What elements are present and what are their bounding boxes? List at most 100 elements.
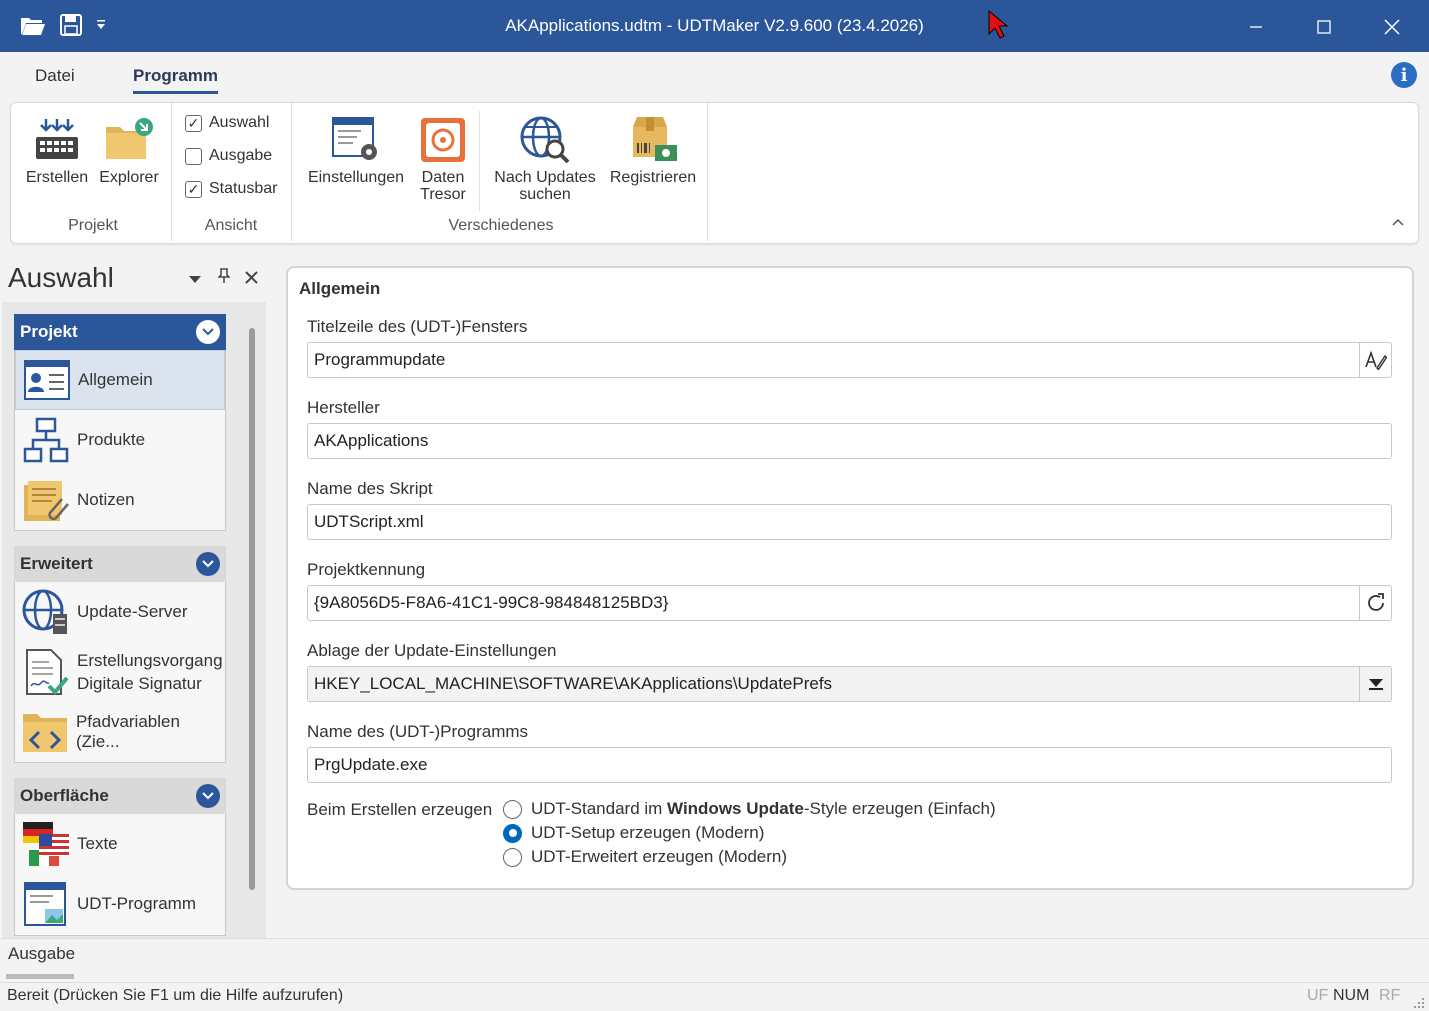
status-indicator-num: NUM	[1333, 987, 1370, 1004]
id-card-icon	[22, 356, 72, 404]
field-label-projektkennung: Projektkennung	[307, 560, 426, 579]
settings-window-icon	[303, 111, 409, 169]
folder-explorer-icon	[97, 111, 161, 169]
nav-item-erstellungsvorgang[interactable]: Erstellungsvorgang Digitale Signatur	[15, 642, 225, 702]
titelzeile-input[interactable]: Programmupdate	[307, 342, 1392, 378]
nav-group-header-oberflaeche[interactable]: Oberfläche	[14, 778, 226, 814]
checkbox-statusbar[interactable]: ✓ Statusbar	[185, 180, 277, 198]
radio-udt-standard-label: UDT-Standard im Windows Update-Style erz…	[531, 799, 996, 819]
group-label-ansicht: Ansicht	[204, 217, 258, 234]
nav-item-texte[interactable]: Texte	[15, 814, 225, 874]
info-icon[interactable]: i	[1391, 62, 1417, 88]
ribbon-separator	[707, 103, 708, 241]
chevron-down-icon[interactable]	[196, 320, 220, 344]
hersteller-input[interactable]: AKApplications	[307, 423, 1392, 459]
folder-code-icon	[21, 708, 70, 756]
radio-unchecked-icon	[503, 847, 522, 867]
nav-item-udt-programm[interactable]: UDT-Programm	[15, 874, 225, 934]
nav-group-header-erweitert[interactable]: Erweitert	[14, 546, 226, 582]
radio-group-label: Beim Erstellen erzeugen	[307, 800, 493, 819]
pin-icon[interactable]	[217, 268, 231, 289]
field-label-ablage: Ablage der Update-Einstellungen	[307, 641, 557, 660]
radio-udt-erweitert[interactable]: UDT-Erweitert erzeugen (Modern)	[503, 847, 787, 867]
field-label-skript: Name des Skript	[307, 479, 433, 498]
pane-scrollbar[interactable]	[249, 328, 255, 890]
skript-name-value: UDTScript.xml	[314, 512, 424, 531]
close-button[interactable]	[1372, 10, 1412, 44]
checkbox-checked-icon: ✓	[185, 114, 202, 132]
refresh-icon[interactable]	[1359, 586, 1391, 620]
web-search-icon	[489, 111, 601, 169]
signed-document-icon	[21, 648, 71, 696]
field-label-programm: Name des (UDT-)Programms	[307, 722, 529, 741]
ablage-select[interactable]: HKEY_LOCAL_MACHINE\SOFTWARE\AKApplicatio…	[307, 666, 1392, 702]
checkbox-auswahl[interactable]: ✓ Auswahl	[185, 114, 269, 132]
nav-item-notizen[interactable]: Notizen	[15, 470, 225, 530]
radio-text-bold: Windows Update	[667, 799, 804, 818]
nav-item-produkte[interactable]: Produkte	[15, 410, 225, 470]
status-indicator-rf: RF	[1379, 987, 1401, 1004]
projektkennung-input[interactable]: {9A8056D5-F8A6-41C1-99C8-984848125BD3}	[307, 585, 1392, 621]
checkbox-ausgabe[interactable]: Ausgabe	[185, 147, 272, 165]
tab-programm[interactable]: Programm	[133, 66, 219, 94]
edit-text-icon[interactable]	[1359, 343, 1391, 377]
group-label-verschiedenes: Verschiedenes	[448, 217, 554, 234]
status-indicator-uf: UF	[1307, 987, 1329, 1004]
explorer-label: Explorer	[99, 169, 159, 186]
nav-group-title: Projekt	[20, 322, 78, 341]
einstellungen-button[interactable]: Einstellungen	[303, 111, 409, 186]
field-label-hersteller: Hersteller	[307, 398, 380, 417]
erstellen-button[interactable]: Erstellen	[25, 111, 89, 186]
registrieren-label: Registrieren	[609, 169, 697, 186]
output-tab[interactable]: Ausgabe	[8, 944, 75, 964]
daten-tresor-button[interactable]: Daten Tresor	[413, 111, 473, 203]
resize-grip-icon[interactable]	[1413, 996, 1425, 1008]
skript-name-input[interactable]: UDTScript.xml	[307, 504, 1392, 540]
ribbon-separator	[291, 103, 292, 241]
collapse-ribbon-icon[interactable]	[1392, 213, 1404, 229]
nav-item-label: Erstellungsvorgang	[77, 651, 223, 670]
nav-item-label: Texte	[77, 834, 118, 853]
chevron-down-icon[interactable]	[196, 784, 220, 808]
nav-group-title: Oberfläche	[20, 786, 109, 805]
nach-updates-label-1: Nach Updates	[494, 169, 596, 186]
nav-item-update-server[interactable]: Update-Server	[15, 582, 225, 642]
minimize-button[interactable]	[1236, 10, 1276, 44]
notes-icon	[21, 476, 71, 524]
projektkennung-value: {9A8056D5-F8A6-41C1-99C8-984848125BD3}	[314, 593, 669, 612]
tab-datei[interactable]: Datei	[35, 66, 75, 86]
group-label-projekt: Projekt	[68, 217, 118, 234]
ablage-value: HKEY_LOCAL_MACHINE\SOFTWARE\AKApplicatio…	[314, 674, 833, 693]
registrieren-button[interactable]: Registrieren	[605, 111, 701, 186]
explorer-button[interactable]: Explorer	[97, 111, 161, 186]
pane-close-icon[interactable]	[245, 268, 258, 289]
nach-updates-suchen-button[interactable]: Nach Updates suchen	[489, 111, 601, 203]
nav-item-allgemein[interactable]: Allgemein	[15, 350, 225, 410]
nav-group-body: Update-Server Erstellungsvorgang Digital…	[14, 582, 226, 763]
checkbox-unchecked-icon	[185, 147, 202, 165]
dropdown-icon[interactable]	[1359, 667, 1391, 701]
maximize-button[interactable]	[1304, 10, 1344, 44]
status-text: Bereit (Drücken Sie F1 um die Hilfe aufz…	[7, 987, 344, 1004]
radio-udt-erweitert-label: UDT-Erweitert erzeugen (Modern)	[531, 847, 788, 866]
chevron-down-icon[interactable]	[196, 552, 220, 576]
programm-name-value: PrgUpdate.exe	[314, 755, 428, 774]
nav-item-pfadvariablen[interactable]: Pfadvariablen (Zie...	[15, 702, 225, 762]
pane-menu-icon[interactable]	[188, 268, 202, 289]
daten-tresor-label-1: Daten	[421, 169, 465, 186]
nav-item-label: Produkte	[77, 430, 146, 449]
nav-item-label: Pfadvariablen (Zie...	[75, 712, 180, 751]
radio-checked-icon	[503, 823, 522, 843]
einstellungen-label: Einstellungen	[307, 169, 405, 186]
radio-udt-standard[interactable]: UDT-Standard im Windows Update-Style erz…	[503, 799, 996, 819]
programm-name-input[interactable]: PrgUpdate.exe	[307, 747, 1392, 783]
checkbox-ausgabe-label: Ausgabe	[209, 147, 273, 164]
ribbon-separator	[479, 111, 480, 211]
titelzeile-value: Programmupdate	[314, 350, 446, 369]
safe-icon	[413, 111, 473, 169]
nach-updates-label-2: suchen	[519, 186, 571, 203]
checkbox-auswahl-label: Auswahl	[209, 114, 270, 131]
mouse-cursor-icon	[988, 9, 1009, 45]
nav-group-header-projekt[interactable]: Projekt	[14, 314, 226, 350]
radio-udt-setup[interactable]: UDT-Setup erzeugen (Modern)	[503, 823, 764, 843]
